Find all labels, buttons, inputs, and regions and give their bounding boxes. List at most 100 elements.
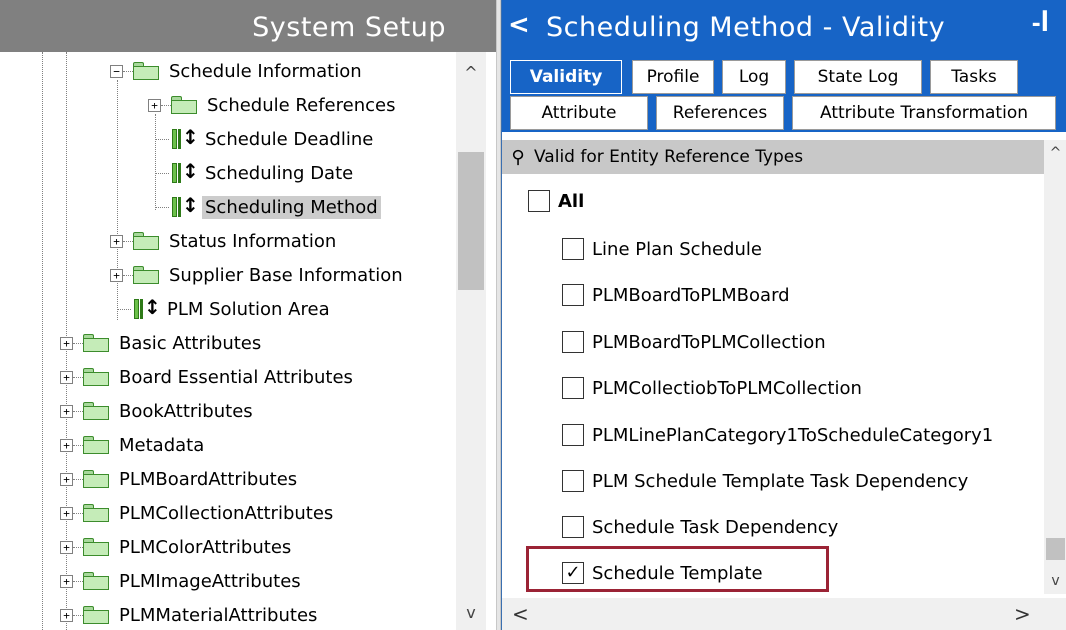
tree-node-label: Board Essential Attributes — [119, 366, 353, 388]
tab-attribute[interactable]: Attribute — [510, 96, 648, 130]
tree-node-label: PLMMaterialAttributes — [119, 604, 318, 626]
checkbox[interactable] — [562, 470, 584, 492]
checkbox[interactable] — [562, 516, 584, 538]
folder-icon — [83, 606, 109, 624]
tree-node-plm-collection-attributes[interactable]: + PLMCollectionAttributes — [60, 498, 336, 528]
tree-vertical-scrollbar[interactable]: ^ v — [456, 52, 486, 630]
validity-pane: < Scheduling Method - Validity -ꟾ Validi… — [501, 0, 1066, 630]
checkbox-item[interactable]: PLM Schedule Template Task Dependency — [562, 470, 968, 492]
expand-icon[interactable]: + — [60, 608, 73, 622]
checkbox[interactable] — [562, 331, 584, 353]
checkbox[interactable] — [562, 377, 584, 399]
checkbox-label: PLMBoardToPLMCollection — [592, 331, 826, 353]
section-title: Valid for Entity Reference Types — [534, 147, 804, 167]
folder-icon — [133, 266, 159, 284]
tree-node-basic-attributes[interactable]: + Basic Attributes — [60, 328, 264, 358]
attribute-icon: ↕ — [131, 295, 161, 321]
tree-node-metadata[interactable]: + Metadata — [60, 430, 207, 460]
checkbox-item[interactable]: Line Plan Schedule — [562, 238, 762, 260]
tab-references[interactable]: References — [656, 96, 784, 130]
tree-node-scheduling-method[interactable]: ↕ Scheduling Method — [155, 192, 381, 222]
tree-node-plm-solution-area[interactable]: ↕ PLM Solution Area — [117, 294, 333, 324]
checkbox[interactable] — [562, 238, 584, 260]
back-chevron-icon[interactable]: < — [508, 10, 530, 40]
tab-validity[interactable]: Validity — [510, 60, 622, 94]
folder-icon — [83, 572, 109, 590]
tree-node-label: Scheduling Date — [205, 162, 354, 184]
attribute-icon: ↕ — [169, 125, 199, 151]
section-pin-icon[interactable]: ⚲ — [502, 147, 534, 168]
expand-icon[interactable]: + — [60, 404, 73, 418]
folder-icon — [133, 232, 159, 250]
all-checkbox[interactable] — [528, 190, 550, 212]
folder-icon — [171, 96, 197, 114]
system-setup-tree: − Schedule Information + Schedule Refere… — [0, 52, 456, 630]
checkbox-item[interactable]: PLMBoardToPLMCollection — [562, 331, 826, 353]
scroll-up-arrow-icon[interactable]: ^ — [456, 60, 486, 86]
folder-icon — [83, 368, 109, 386]
tree-node-supplier-base-information[interactable]: + Supplier Base Information — [110, 260, 406, 290]
tree-node-status-information[interactable]: + Status Information — [110, 226, 339, 256]
tree-node-plm-color-attributes[interactable]: + PLMColorAttributes — [60, 532, 294, 562]
scroll-down-arrow-icon[interactable]: v — [456, 600, 486, 626]
expand-icon[interactable]: + — [60, 472, 73, 486]
checkbox-item[interactable]: PLMCollectiobToPLMCollection — [562, 377, 862, 399]
checkbox-item[interactable]: PLMLinePlanCategory1ToScheduleCategory1 — [562, 424, 993, 446]
attribute-icon: ↕ — [169, 193, 199, 219]
content-horizontal-scrollbar[interactable]: < > — [502, 598, 1044, 630]
folder-icon — [83, 436, 109, 454]
tree-node-plm-image-attributes[interactable]: + PLMImageAttributes — [60, 566, 304, 596]
folder-icon — [83, 504, 109, 522]
section-header: ⚲ Valid for Entity Reference Types — [502, 140, 1044, 174]
tab-tasks[interactable]: Tasks — [930, 60, 1018, 94]
tab-attribute-transformation[interactable]: Attribute Transformation — [792, 96, 1056, 130]
tree-node-schedule-deadline[interactable]: ↕ Schedule Deadline — [155, 124, 376, 154]
tab-log[interactable]: Log — [722, 60, 786, 94]
scrollbar-thumb[interactable] — [1046, 538, 1065, 560]
all-checkbox-label: All — [558, 190, 585, 212]
expand-icon[interactable]: + — [60, 438, 73, 452]
checkbox[interactable] — [562, 424, 584, 446]
pin-icon[interactable]: -ꟾ — [1032, 12, 1049, 37]
checkbox-label: PLM Schedule Template Task Dependency — [592, 470, 969, 492]
scroll-down-arrow-icon[interactable]: v — [1044, 568, 1066, 594]
tree-node-label: Status Information — [169, 230, 337, 252]
expand-icon[interactable]: + — [60, 540, 73, 554]
expand-icon[interactable]: + — [60, 574, 73, 588]
tree-node-book-attributes[interactable]: + BookAttributes — [60, 396, 256, 426]
tab-state-log[interactable]: State Log — [794, 60, 922, 94]
expand-icon[interactable]: + — [60, 506, 73, 520]
checkbox[interactable] — [562, 284, 584, 306]
tree-node-label: Schedule Deadline — [205, 128, 374, 150]
scroll-left-arrow-icon[interactable]: < — [512, 602, 529, 626]
checkbox-label: Line Plan Schedule — [592, 238, 762, 260]
checkbox-item[interactable]: PLMBoardToPLMBoard — [562, 284, 790, 306]
highlight-annotation-box — [526, 546, 829, 592]
tree-node-plm-board-attributes[interactable]: + PLMBoardAttributes — [60, 464, 300, 494]
tree-node-label: PLMColorAttributes — [119, 536, 292, 558]
tree-node-plm-material-attributes[interactable]: + PLMMaterialAttributes — [60, 600, 320, 630]
tree-node-schedule-references[interactable]: + Schedule References — [148, 90, 398, 120]
tree-node-scheduling-date[interactable]: ↕ Scheduling Date — [155, 158, 356, 188]
system-setup-header: System Setup — [0, 0, 496, 52]
expand-icon[interactable]: + — [60, 370, 73, 384]
tree-node-board-essential-attributes[interactable]: + Board Essential Attributes — [60, 362, 356, 392]
collapse-icon[interactable]: − — [110, 64, 123, 78]
expand-icon[interactable]: + — [60, 336, 73, 350]
scroll-up-arrow-icon[interactable]: ^ — [1044, 140, 1066, 166]
expand-icon[interactable]: + — [110, 268, 123, 282]
content-vertical-scrollbar[interactable]: ^ v — [1044, 140, 1066, 594]
scrollbar-corner — [1044, 598, 1066, 630]
scroll-right-arrow-icon[interactable]: > — [1014, 602, 1031, 626]
tree-node-label: Schedule References — [207, 94, 396, 116]
tab-profile[interactable]: Profile — [632, 60, 714, 94]
expand-icon[interactable]: + — [110, 234, 123, 248]
all-checkbox-row[interactable]: All — [528, 190, 584, 212]
folder-icon — [83, 538, 109, 556]
tree-node-schedule-information[interactable]: − Schedule Information — [110, 56, 365, 86]
expand-icon[interactable]: + — [148, 98, 161, 112]
scrollbar-thumb[interactable] — [458, 152, 484, 290]
checkbox-item[interactable]: Schedule Task Dependency — [562, 516, 838, 538]
tree-node-label: Basic Attributes — [119, 332, 262, 354]
tree-node-label: PLMCollectionAttributes — [119, 502, 334, 524]
